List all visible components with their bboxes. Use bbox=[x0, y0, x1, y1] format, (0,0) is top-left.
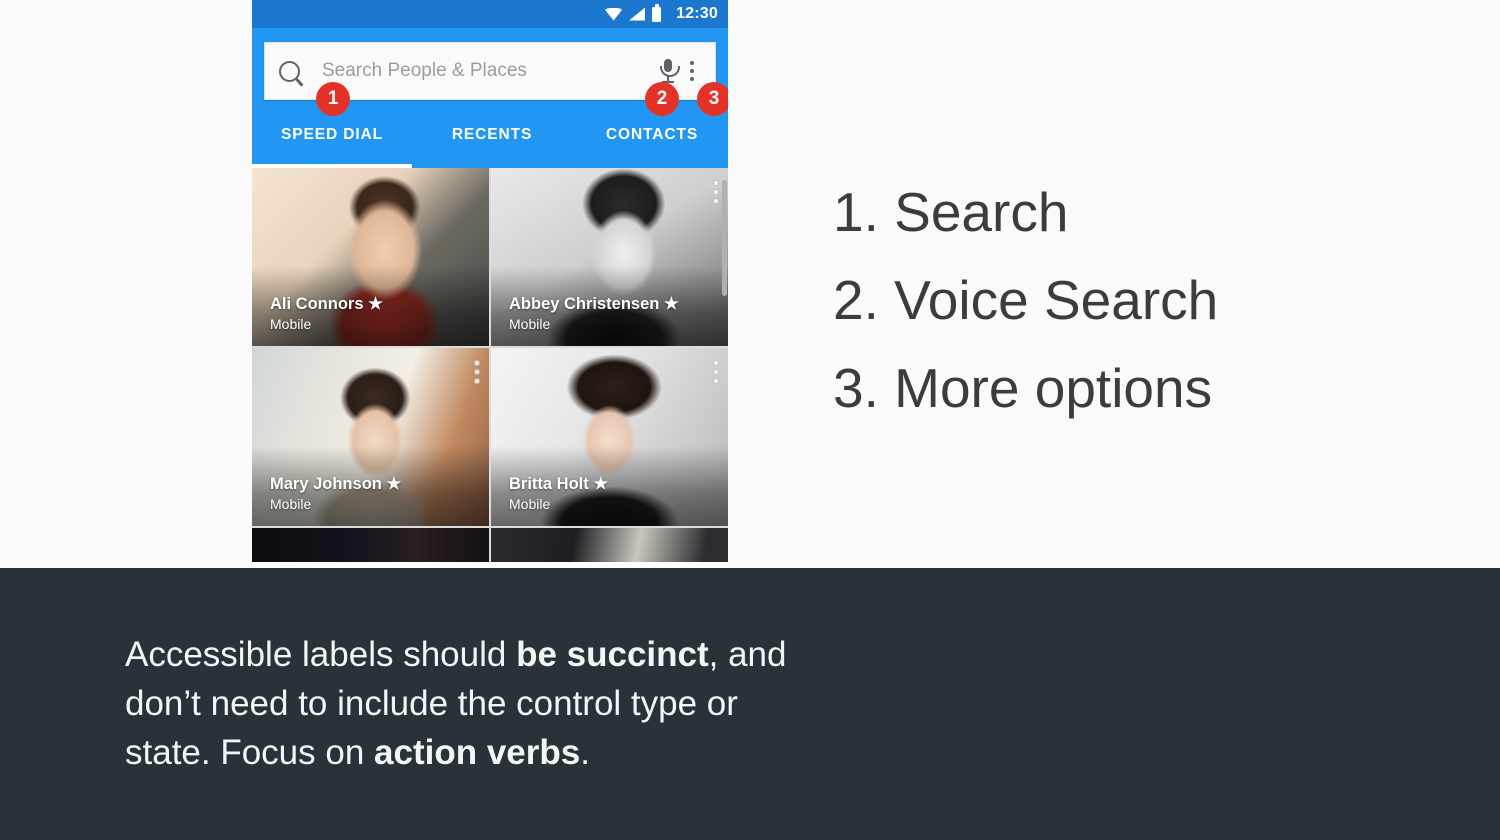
contact-card-partial-left[interactable] bbox=[252, 528, 489, 562]
callout-badge-2: 2 bbox=[645, 82, 679, 116]
contact-row: Ali Connors ★ Mobile Abbey Christensen ★… bbox=[252, 168, 728, 346]
guidance-emphasis-succinct: be succinct bbox=[516, 635, 709, 674]
favorite-star-icon: ★ bbox=[593, 475, 609, 493]
status-bar-icons: 12:30 bbox=[605, 4, 718, 23]
guidance-line2: don’t need to include the control type o… bbox=[125, 684, 738, 723]
contact-name: Mary Johnson ★ bbox=[270, 474, 479, 494]
contact-photo bbox=[491, 528, 728, 562]
status-bar: 12:30 bbox=[252, 0, 728, 28]
tab-speed-dial[interactable]: SPEED DIAL bbox=[252, 108, 412, 168]
contact-name: Britta Holt ★ bbox=[509, 474, 718, 494]
phone-scrollbar[interactable] bbox=[722, 180, 727, 296]
contact-meta: Britta Holt ★ Mobile bbox=[509, 474, 718, 512]
guidance-line3-a: state. Focus on bbox=[125, 733, 375, 772]
guidance-line1-c: , and bbox=[708, 635, 787, 674]
more-options-icon[interactable] bbox=[689, 60, 695, 82]
legend-item-search: 1. Search bbox=[833, 181, 1069, 243]
contact-grid: Ali Connors ★ Mobile Abbey Christensen ★… bbox=[252, 168, 728, 562]
guidance-text: Accessible labels should be succinct, an… bbox=[125, 630, 945, 777]
contact-name-text: Ali Connors bbox=[270, 295, 364, 313]
contact-meta: Ali Connors ★ Mobile bbox=[270, 294, 479, 332]
card-more-options-icon[interactable] bbox=[713, 180, 719, 204]
guidance-line1-a: Accessible labels should bbox=[125, 635, 517, 674]
contact-name-text: Britta Holt bbox=[509, 475, 589, 493]
callout-badge-1: 1 bbox=[316, 82, 350, 116]
contact-row: Mary Johnson ★ Mobile Britta Holt ★ Mobi… bbox=[252, 348, 728, 526]
contact-card-ali-connors[interactable]: Ali Connors ★ Mobile bbox=[252, 168, 489, 346]
contact-number-label: Mobile bbox=[270, 316, 312, 332]
contact-name-text: Abbey Christensen bbox=[509, 295, 660, 313]
signal-icon bbox=[629, 7, 646, 21]
guidance-emphasis-action-verbs: action verbs bbox=[374, 733, 581, 772]
status-bar-clock: 12:30 bbox=[676, 5, 718, 22]
guidance-line3-c: . bbox=[580, 733, 590, 772]
contact-row-partial bbox=[252, 528, 728, 562]
favorite-star-icon: ★ bbox=[386, 475, 402, 493]
phone-mockup: 12:30 Search People & Places 1 2 3 SPEED… bbox=[252, 0, 728, 568]
contact-number-label: Mobile bbox=[270, 496, 312, 512]
tab-contacts[interactable]: CONTACTS bbox=[572, 108, 728, 168]
card-more-options-icon[interactable] bbox=[713, 360, 719, 384]
contact-meta: Mary Johnson ★ Mobile bbox=[270, 474, 479, 512]
contact-name: Ali Connors ★ bbox=[270, 294, 479, 314]
contact-number-label: Mobile bbox=[509, 316, 551, 332]
callout-legend: 1. Search 2. Voice Search 3. More option… bbox=[833, 168, 1218, 432]
contact-card-britta-holt[interactable]: Britta Holt ★ Mobile bbox=[491, 348, 728, 526]
legend-item-more-options: 3. More options bbox=[833, 357, 1213, 419]
guidance-banner: Accessible labels should be succinct, an… bbox=[0, 568, 1500, 840]
contact-photo bbox=[252, 528, 489, 562]
wifi-icon bbox=[605, 7, 623, 21]
app-bar: Search People & Places 1 2 3 SPEED DIAL … bbox=[252, 28, 728, 168]
contact-card-mary-johnson[interactable]: Mary Johnson ★ Mobile bbox=[252, 348, 489, 526]
contact-name-text: Mary Johnson bbox=[270, 475, 382, 493]
search-placeholder: Search People & Places bbox=[322, 60, 527, 81]
favorite-star-icon: ★ bbox=[368, 295, 383, 313]
microphone-icon[interactable] bbox=[657, 58, 680, 84]
battery-icon bbox=[652, 4, 662, 22]
contact-name: Abbey Christensen ★ bbox=[509, 294, 718, 314]
tab-recents[interactable]: RECENTS bbox=[412, 108, 572, 168]
tab-bar: SPEED DIAL RECENTS CONTACTS bbox=[252, 108, 728, 168]
callout-badge-3: 3 bbox=[697, 82, 728, 116]
favorite-star-icon: ★ bbox=[663, 295, 679, 313]
legend-item-voice-search: 2. Voice Search bbox=[833, 269, 1219, 331]
search-icon[interactable] bbox=[279, 60, 300, 82]
contact-card-partial-right[interactable] bbox=[491, 528, 728, 562]
contact-card-abbey-christensen[interactable]: Abbey Christensen ★ Mobile bbox=[491, 168, 728, 346]
card-more-options-icon[interactable] bbox=[474, 360, 480, 384]
contact-meta: Abbey Christensen ★ Mobile bbox=[509, 294, 718, 332]
contact-number-label: Mobile bbox=[509, 496, 551, 512]
